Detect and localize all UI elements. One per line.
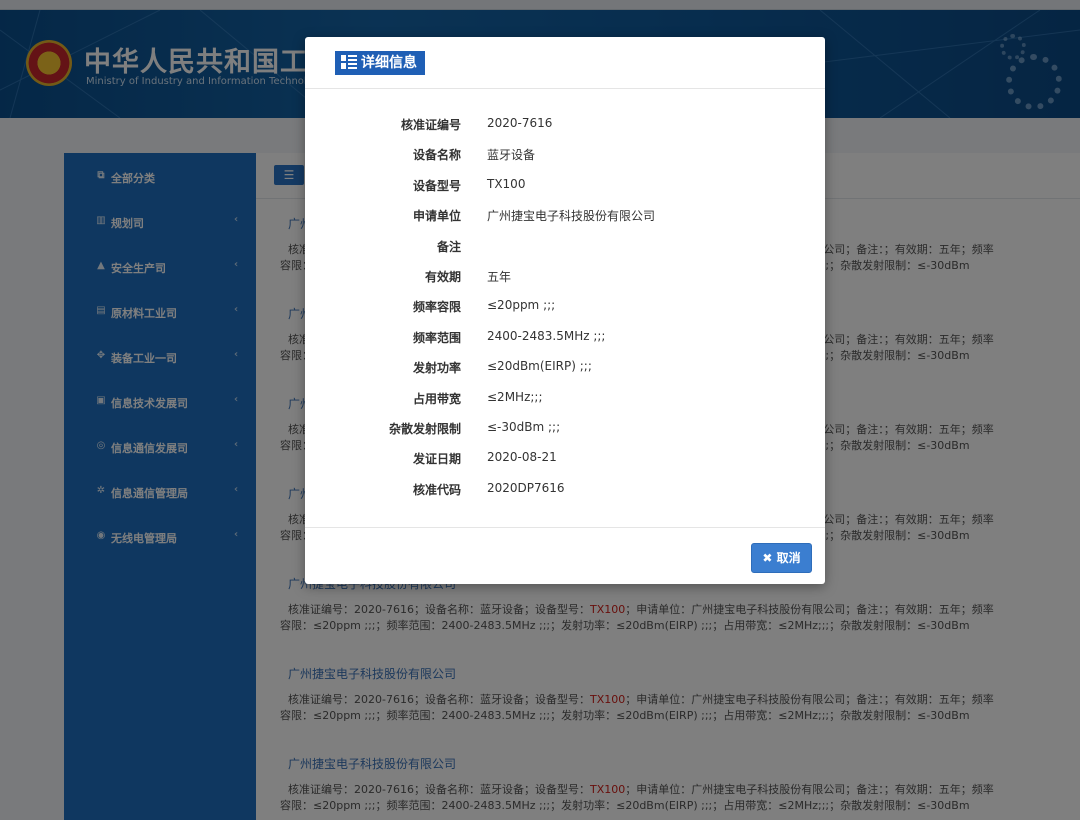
detail-modal: 详细信息 核准证编号 2020-7616 设备名称 蓝牙设备设备型号 TX100 申请单位… [305,37,825,584]
detail-value: 2020-7616 [487,116,553,130]
detail-row: 核准代码 2020DP7616 [305,477,825,499]
detail-value: 2400-2483.5MHz ;;; [487,328,606,343]
detail-label: 发证日期 [412,452,461,467]
detail-label: 核准证编号 [400,118,461,132]
cancel-button[interactable]: ✖ 取消 [751,543,812,573]
detail-label: 核准代码 [412,482,461,497]
detail-row: 发射功率 ≤20dBm(EIRP) ;;; [305,355,825,377]
modal-footer: ✖ 取消 [305,527,825,584]
modal-title-badge: 详细信息 [335,51,425,75]
detail-label: 设备名称 [412,148,461,163]
modal-header: 详细信息 [305,37,825,89]
detail-value: ≤2MHz;;; [487,389,543,404]
detail-value: 五年 [487,270,512,284]
detail-row: 发证日期 2020-08-21 [305,446,825,468]
detail-label: 频率范围 [412,330,461,345]
cancel-label: 取消 [776,551,801,565]
detail-value: TX100 [487,176,526,191]
detail-row: 备注 [305,234,825,256]
detail-value: ≤-30dBm ;;; [487,420,561,434]
detail-row: 核准证编号 2020-7616 [305,112,825,134]
detail-label: 频率容限 [412,300,461,315]
detail-row: 有效期 五年 [305,264,825,286]
detail-row: 设备型号 TX100 [305,173,825,195]
detail-value: 广州捷宝电子科技股份有限公司 [487,209,656,224]
modal-body: 核准证编号 2020-7616 设备名称 蓝牙设备设备型号 TX100 申请单位 广州捷宝电… [305,89,825,527]
detail-row: 占用带宽 ≤2MHz;;; [305,386,825,408]
detail-row: 申请单位 广州捷宝电子科技股份有限公司 [305,203,825,225]
detail-label: 设备型号 [412,178,461,193]
detail-label: 发射功率 [412,361,461,376]
detail-value: 蓝牙设备 [487,148,536,163]
detail-label: 占用带宽 [412,391,461,406]
modal-title: 详细信息 [361,55,417,71]
detail-label: 备注 [436,239,461,254]
detail-value: ≤20dBm(EIRP) ;;; [487,359,592,374]
detail-label: 申请单位 [412,209,461,224]
list-icon [341,55,357,69]
detail-row: 频率范围 2400-2483.5MHz ;;; [305,325,825,347]
close-icon: ✖ [762,551,773,565]
detail-value: ≤20ppm ;;; [487,298,556,313]
detail-label: 有效期 [424,270,461,284]
detail-value: 2020-08-21 [487,450,557,465]
detail-label: 杂散发射限制 [388,422,461,436]
detail-row: 设备名称 蓝牙设备 [305,142,825,164]
detail-row: 杂散发射限制 ≤-30dBm ;;; [305,416,825,438]
detail-row: 频率容限 ≤20ppm ;;; [305,294,825,316]
detail-value: 2020DP7616 [487,480,565,495]
